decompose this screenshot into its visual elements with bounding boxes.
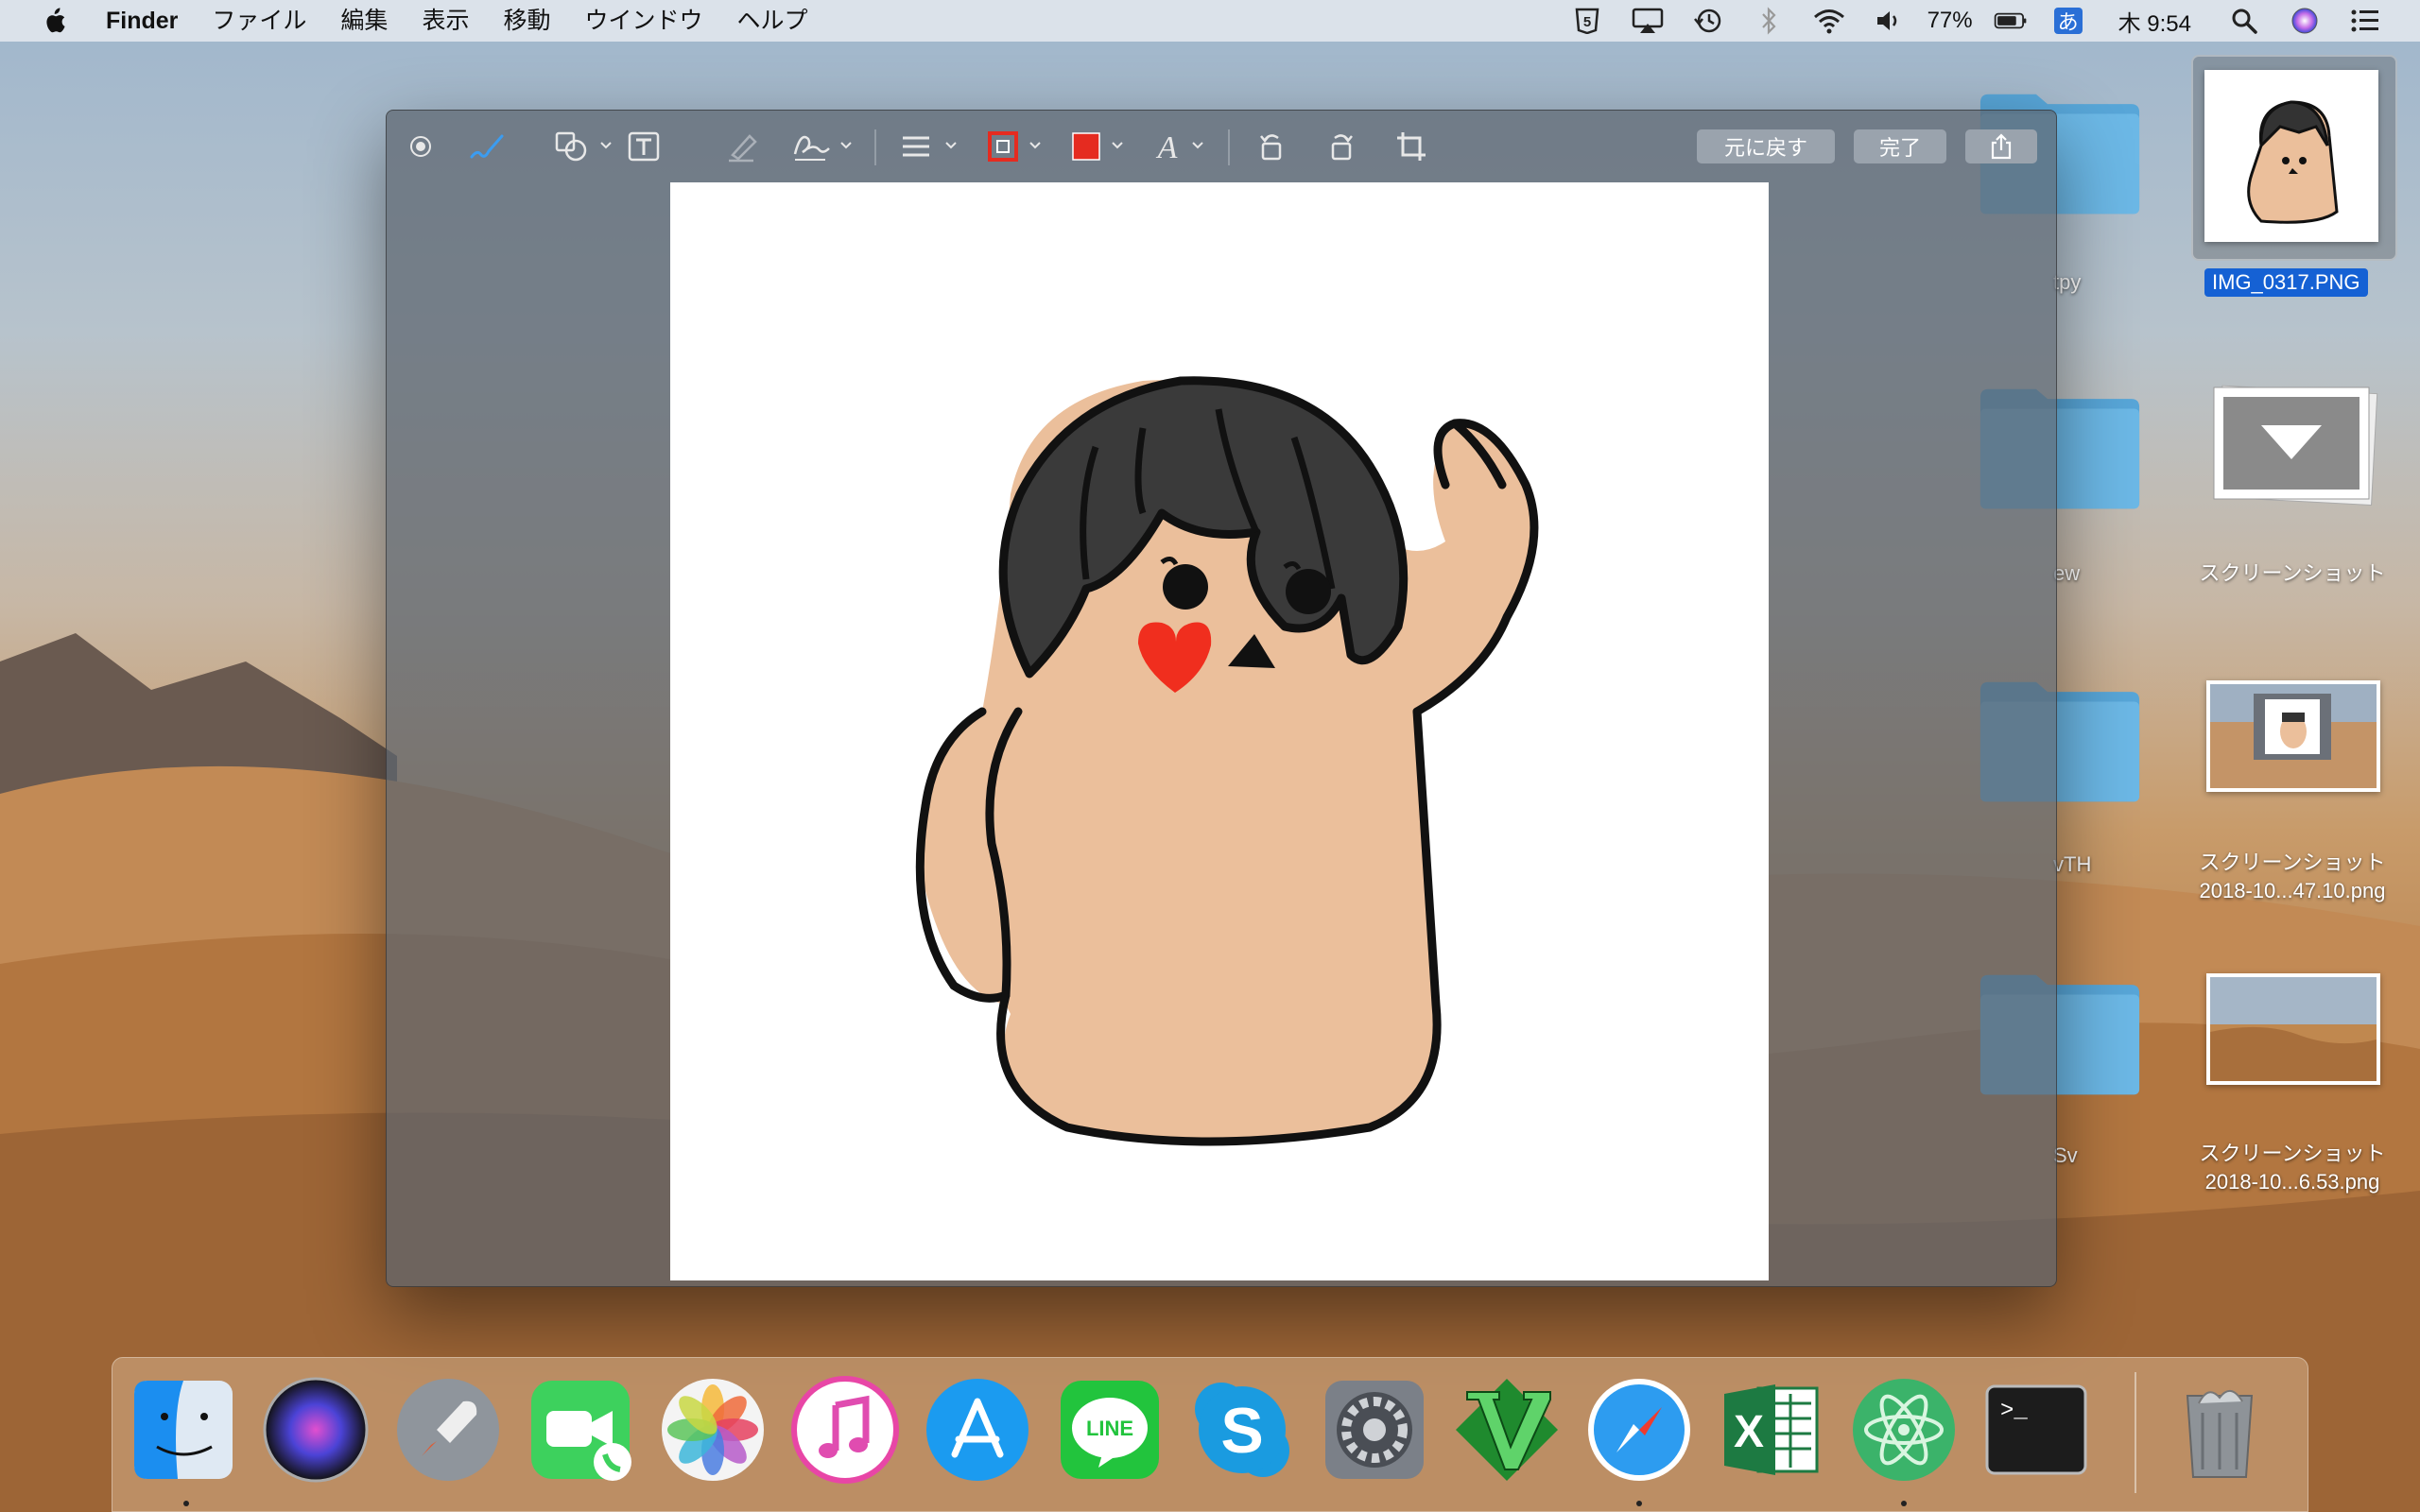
- dock-system-preferences-icon[interactable]: [1320, 1375, 1429, 1485]
- dock-atom-icon[interactable]: [1849, 1375, 1959, 1485]
- desktop-file-img0317[interactable]: [2204, 70, 2378, 242]
- dock-finder-icon[interactable]: [129, 1375, 238, 1485]
- menubar-clock[interactable]: 木 9:54: [2118, 5, 2191, 38]
- menu-help[interactable]: ヘルプ: [719, 0, 824, 42]
- menu-app-name[interactable]: Finder: [89, 0, 195, 42]
- wifi-icon[interactable]: [1812, 7, 1846, 35]
- search-icon[interactable]: [2227, 7, 2261, 35]
- desktop-folder-3-label[interactable]: vTH: [2053, 852, 2091, 877]
- dock-safari-running-indicator: [1636, 1501, 1642, 1506]
- dock-photos-icon[interactable]: [658, 1375, 768, 1485]
- done-button[interactable]: 完了: [1854, 129, 1946, 163]
- text-tool-icon[interactable]: [623, 126, 665, 167]
- sketch-tool-icon[interactable]: [466, 126, 508, 167]
- dock-atom-running-indicator: [1901, 1501, 1907, 1506]
- dock-siri-icon[interactable]: [261, 1375, 371, 1485]
- menu-file[interactable]: ファイル: [195, 0, 323, 42]
- menu-go[interactable]: 移動: [486, 0, 567, 42]
- fill-color-icon[interactable]: [1065, 126, 1107, 167]
- menu-window[interactable]: ウインドウ: [567, 0, 719, 42]
- svg-text:X: X: [1734, 1407, 1764, 1457]
- apple-menu-icon[interactable]: [42, 7, 68, 35]
- sign-chevron-down-icon[interactable]: [839, 139, 853, 152]
- dock-trash-icon[interactable]: [2165, 1375, 2274, 1485]
- img0317-thumbnail: [2247, 100, 2339, 224]
- share-button[interactable]: [1965, 129, 2037, 163]
- volume-icon[interactable]: [1873, 7, 1907, 35]
- share-icon: [1991, 133, 2012, 160]
- character-drawing: [915, 376, 1539, 1146]
- shapes-tool-icon[interactable]: [551, 126, 593, 167]
- screenshot-2-thumbnail: [2210, 977, 2377, 1081]
- toolbar-separator: [1228, 129, 1230, 165]
- notification-center-icon[interactable]: [2348, 7, 2382, 35]
- selection-tool-icon[interactable]: [400, 126, 441, 167]
- svg-text:A: A: [1156, 130, 1178, 163]
- line-style-icon[interactable]: [895, 126, 937, 167]
- markup-toolbar: A 元に戻す 完了: [387, 111, 2056, 182]
- menu-edit[interactable]: 編集: [323, 0, 405, 42]
- dock-divider: [2135, 1372, 2136, 1493]
- dock-terminal-icon[interactable]: >_: [1981, 1375, 2091, 1485]
- dock-safari-icon[interactable]: [1584, 1375, 1694, 1485]
- desktop-file-screenshot-1-label-line2: 2018-10...47.10.png: [2199, 879, 2386, 902]
- dock-vim-icon[interactable]: [1452, 1375, 1562, 1485]
- sign-tool-icon[interactable]: [791, 126, 833, 167]
- screenshot-download-icon: [2213, 385, 2378, 507]
- bluetooth-icon[interactable]: [1752, 7, 1786, 35]
- dock-skype-icon[interactable]: S: [1187, 1375, 1297, 1485]
- airplay-icon[interactable]: [1631, 7, 1665, 35]
- highlight-tool-icon[interactable]: [721, 126, 763, 167]
- crop-icon[interactable]: [1391, 126, 1432, 167]
- dock-facetime-icon[interactable]: [526, 1375, 635, 1485]
- dock-launchpad-icon[interactable]: [393, 1375, 503, 1485]
- desktop-file-screenshot-1-label[interactable]: スクリーンショット 2018-10...47.10.png: [2165, 849, 2420, 905]
- siri-icon[interactable]: [2288, 7, 2322, 35]
- dock-line-icon[interactable]: LINE: [1055, 1375, 1165, 1485]
- shapes-chevron-down-icon[interactable]: [599, 139, 613, 152]
- fill-color-chevron-down-icon[interactable]: [1111, 139, 1124, 152]
- dock-excel-icon[interactable]: X: [1717, 1375, 1826, 1485]
- time-machine-icon[interactable]: [1691, 7, 1725, 35]
- image-canvas[interactable]: [670, 182, 1769, 1280]
- text-style-icon[interactable]: A: [1147, 126, 1188, 167]
- desktop-file-screenshot-2-label[interactable]: スクリーンショット 2018-10...6.53.png: [2165, 1140, 2420, 1196]
- desktop-file-screenshot-1-label-line1: スクリーンショット: [2199, 850, 2386, 874]
- input-method-icon[interactable]: あ: [2053, 8, 2083, 34]
- dock-line-label: LINE: [1086, 1417, 1133, 1440]
- svg-text:5: 5: [1582, 14, 1590, 30]
- revert-button[interactable]: 元に戻す: [1697, 129, 1835, 163]
- desktop-file-screenshot-2[interactable]: [2206, 973, 2380, 1085]
- desktop-file-screenshot-label[interactable]: スクリーンショット: [2184, 559, 2401, 588]
- desktop-file-img0317-label[interactable]: IMG_0317.PNG: [2204, 268, 2368, 297]
- toolbar-separator: [874, 129, 876, 165]
- desktop-file-screenshot-2-label-line2: 2018-10...6.53.png: [2204, 1170, 2380, 1194]
- dock-finder-running-indicator: [183, 1501, 189, 1506]
- border-color-icon[interactable]: [982, 126, 1024, 167]
- rotate-left-icon[interactable]: [1251, 126, 1292, 167]
- dock-app-store-icon[interactable]: [923, 1375, 1032, 1485]
- menu-bar: Finder ファイル 編集 表示 移動 ウインドウ ヘルプ 5 77% あ 木: [0, 0, 2420, 42]
- battery-percent[interactable]: 77%: [1927, 8, 1973, 34]
- border-color-chevron-down-icon[interactable]: [1028, 139, 1042, 152]
- desktop-file-screenshot-1[interactable]: [2206, 680, 2380, 792]
- svg-text:S: S: [1220, 1395, 1263, 1467]
- desktop-folder-2-label[interactable]: ew: [2053, 561, 2080, 586]
- desktop-folder-1-label[interactable]: tpy: [2053, 270, 2081, 295]
- preview-markup-window: A 元に戻す 完了: [386, 110, 2057, 1287]
- desktop-file-screenshot-folder[interactable]: [2206, 384, 2378, 507]
- s5-icon[interactable]: 5: [1570, 7, 1604, 35]
- desktop-file-screenshot-2-label-line1: スクリーンショット: [2199, 1142, 2386, 1165]
- battery-icon[interactable]: [1994, 7, 2028, 35]
- screenshot-1-thumbnail: [2210, 684, 2377, 788]
- dock-terminal-prompt: >_: [2000, 1399, 2028, 1424]
- rotate-right-icon[interactable]: [1321, 126, 1362, 167]
- menu-view[interactable]: 表示: [405, 0, 486, 42]
- line-style-chevron-down-icon[interactable]: [944, 139, 958, 152]
- dock-itunes-icon[interactable]: [790, 1375, 900, 1485]
- text-style-chevron-down-icon[interactable]: [1191, 139, 1204, 152]
